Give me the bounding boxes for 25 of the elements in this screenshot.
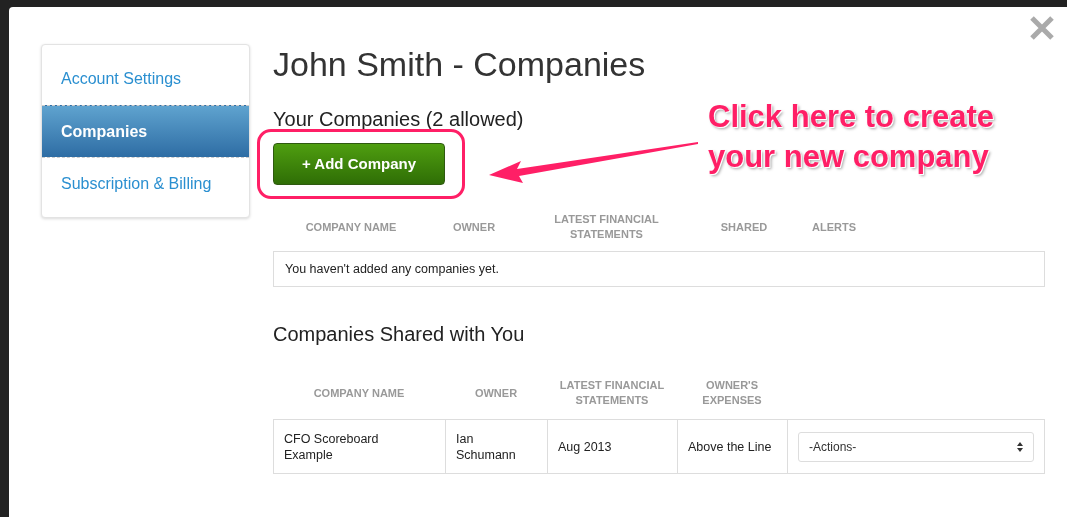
column-header: COMPANY NAME bbox=[305, 219, 397, 235]
table-cell-text: CFO Scoreboard Example bbox=[284, 430, 380, 463]
column-header: SHARED bbox=[720, 219, 768, 235]
column-header: OWNER bbox=[452, 219, 496, 235]
sidebar-item[interactable]: Subscription & Billing bbox=[42, 157, 249, 209]
sidebar-item[interactable]: Companies bbox=[42, 105, 249, 157]
column-header: OWNER bbox=[474, 385, 518, 401]
section-heading: Companies Shared with You bbox=[273, 322, 525, 347]
sidebar-item[interactable]: Account Settings bbox=[42, 53, 249, 105]
page-title: John Smith - Companies bbox=[273, 44, 647, 85]
column-header: LATEST FINANCIAL STATEMENTS bbox=[553, 212, 660, 242]
callout-text: Click here to create your new company bbox=[708, 98, 996, 176]
section-heading: Your Companies (2 allowed) bbox=[273, 107, 524, 132]
close-icon[interactable] bbox=[1029, 15, 1055, 41]
column-header: LATEST FINANCIAL STATEMENTS bbox=[558, 378, 666, 408]
add-company-button[interactable]: + Add Company bbox=[273, 143, 445, 185]
empty-table-row: You haven't added any companies yet. bbox=[273, 251, 1045, 287]
column-header: COMPANY NAME bbox=[313, 385, 405, 401]
table-cell-text: Ian Schumann bbox=[456, 430, 517, 463]
caret-icon bbox=[1017, 441, 1023, 452]
table-cell: Aug 2013 bbox=[558, 438, 612, 455]
column-header: OWNER'S EXPENSES bbox=[701, 378, 763, 408]
table-cell: Above the Line bbox=[688, 438, 772, 455]
column-header: ALERTS bbox=[812, 219, 856, 235]
actions-dropdown[interactable]: -Actions- bbox=[798, 431, 1034, 462]
